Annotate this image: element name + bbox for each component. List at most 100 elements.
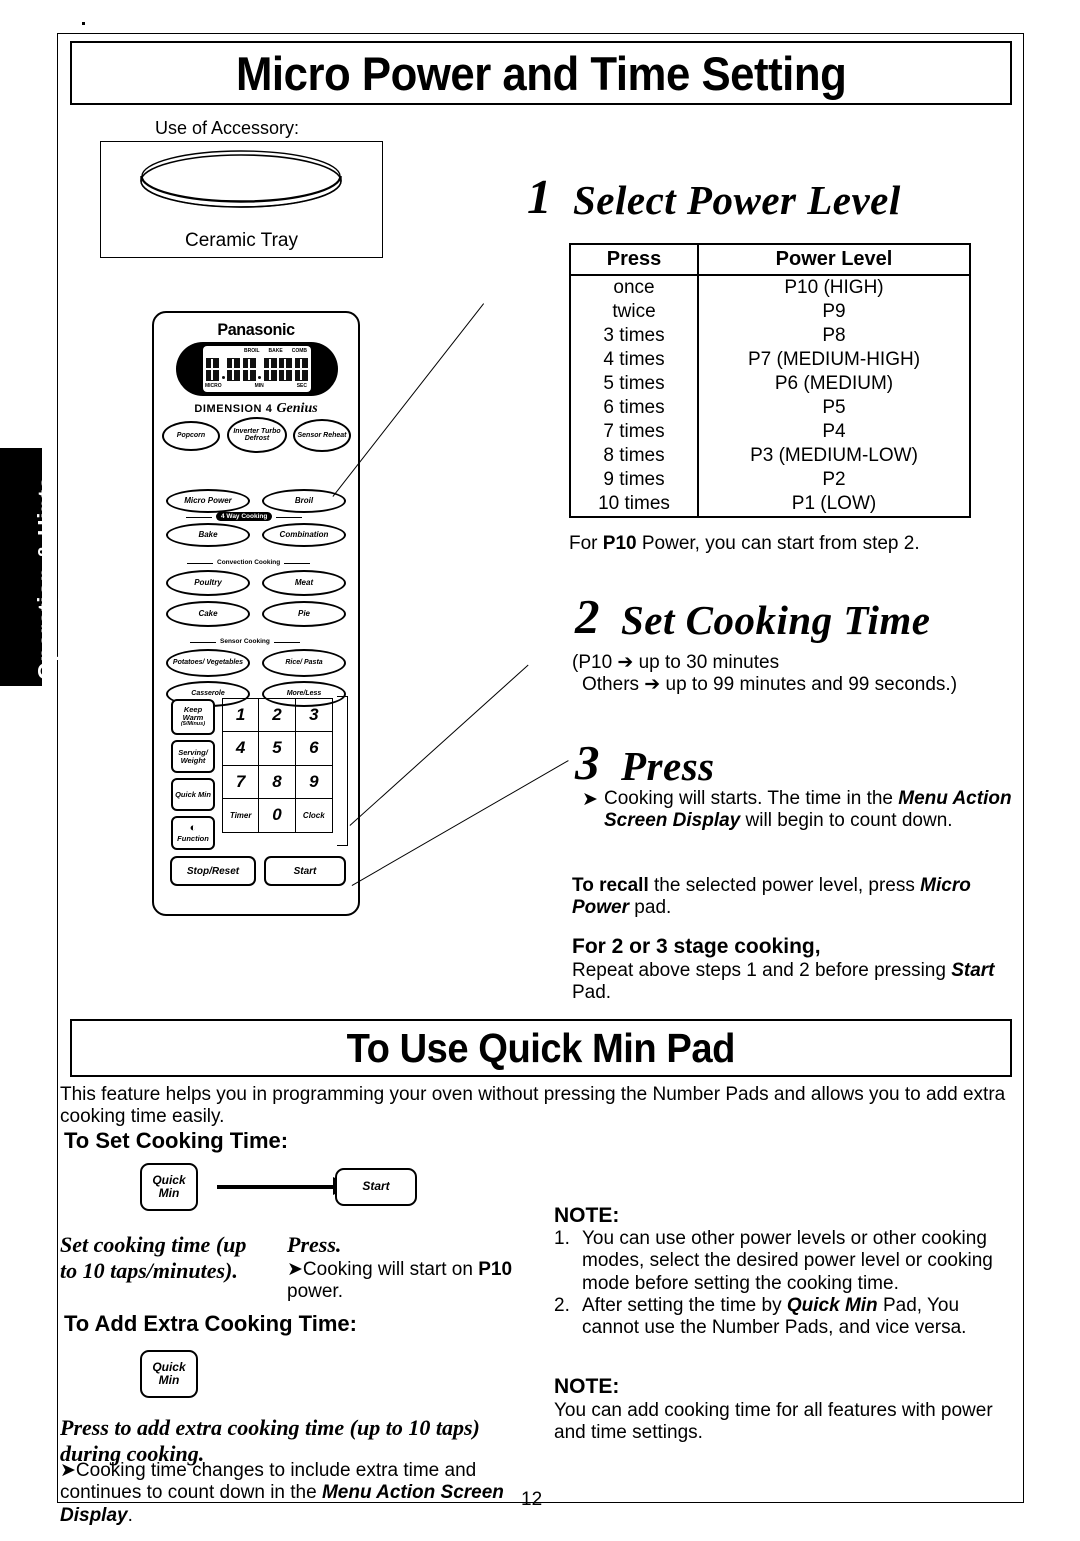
table-row: 4 times P7 (MEDIUM-HIGH) [570,348,970,372]
step-1-number: 1 [527,169,552,224]
key-4[interactable]: 4 [223,732,260,766]
button-function[interactable]: ◐ Function [171,816,215,850]
display-indicator-sec: SEC [296,383,307,389]
accessory-label: Use of Accessory: [155,118,300,138]
power-table-footnote: For P10 Power, you can start from step 2… [569,533,920,554]
key-8[interactable]: 8 [259,765,296,799]
accessory-caption: Ceramic Tray [185,230,298,251]
display-digits [206,357,308,382]
bullet-pointer-icon: ➤ [582,788,598,810]
table-row: 5 times P6 (MEDIUM) [570,372,970,396]
button-keep-warm[interactable]: Keep Warm (5/Minus) [171,699,215,735]
step-3-bullet: ➤ Cooking will starts. The time in the M… [582,788,1012,832]
note-2-title: NOTE: [554,1375,620,1398]
button-inverter-turbo-defrost[interactable]: Inverter Turbo Defrost [227,417,287,453]
button-start[interactable]: Start [264,856,346,886]
button-poultry[interactable]: Poultry [166,570,250,596]
section-label-4-way-cooking: 4 Way Cooking [185,512,303,521]
set-cooking-bullet: ➤Cooking will start on P10 power. [287,1258,513,1303]
set-cooking-time-heading: To Set Cooking Time: [64,1128,289,1153]
table-header-power-level: Power Level [697,244,970,276]
section-label-convection-cooking: Convection Cooking [186,559,311,566]
power-level-table: Press Power Level once P10 (HIGH) twice P9… [569,243,971,518]
stage-cooking-text: Repeat above steps 1 and 2 before pressi… [572,960,995,1004]
set-cooking-time-caption: Set cooking time (up to 10 taps/minutes)… [60,1232,247,1284]
flow-arrow-line [217,1185,337,1189]
print-speck [82,22,85,25]
button-micro-power[interactable]: Micro Power [166,489,250,513]
accessory-illustration-box: Ceramic Tray [100,141,383,258]
key-7[interactable]: 7 [223,765,260,799]
note-1-item-1: 1. You can use other power levels or oth… [554,1228,993,1294]
press-caption: Press. [287,1232,342,1257]
display-indicator-comb: COMB [291,348,307,354]
bullet-pointer-icon: ➤ [287,1258,303,1280]
table-row: 3 times P8 [570,324,970,348]
section-tab-operation-hints[interactable]: Operation & Hints [0,448,59,686]
number-keypad[interactable]: 1 2 3 4 5 6 7 8 9 Timer 0 Clock [222,698,333,833]
quick-min-banner: To Use Quick Min Pad [70,1019,1012,1077]
step-1-title: Select Power Level [573,177,901,223]
button-meat[interactable]: Meat [262,570,346,596]
button-rice-pasta[interactable]: Rice/ Pasta [262,649,346,677]
display-indicator-broil: BROIL [243,348,260,354]
step-3-recall-text: To recall the selected power level, pres… [572,875,971,919]
diagram-button-start[interactable]: Start [335,1168,417,1206]
key-9[interactable]: 9 [295,766,332,799]
button-quick-min[interactable]: Quick Min [171,778,215,811]
page-title-banner: Micro Power and Time Setting [70,41,1012,105]
key-5[interactable]: 5 [259,732,296,766]
button-combination[interactable]: Combination [262,523,346,547]
note-1-item-2: 2. After setting the time by Quick Min P… [554,1295,967,1339]
key-1[interactable]: 1 [223,699,260,733]
model-name-text: DIMENSION 4 [194,403,273,415]
button-stop-reset[interactable]: Stop/Reset [170,856,256,886]
display-indicator-min: MIN [254,383,264,389]
table-row: 7 times P4 [570,420,970,444]
note-2-text: You can add cooking time for all feature… [554,1400,993,1444]
button-popcorn[interactable]: Popcorn [162,421,220,451]
key-timer[interactable]: Timer [223,798,260,832]
model-name: DIMENSION 4 Genius [154,401,358,417]
brand-logo: Panasonic [217,320,295,339]
stage-cooking-heading: For 2 or 3 stage cooking, [572,935,821,958]
button-cake[interactable]: Cake [166,601,250,627]
button-sensor-reheat[interactable]: Sensor Reheat [293,419,351,452]
diagram-button-quick-min-2[interactable]: Quick Min [140,1350,198,1398]
diagram-button-quick-min[interactable]: Quick Min [140,1163,198,1211]
section-label-sensor-cooking: Sensor Cooking [190,638,300,645]
menu-action-screen-display: BROIL BAKE COMB MICRO MIN SEC [203,346,311,392]
page-title: Micro Power and Time Setting [235,46,847,100]
key-6[interactable]: 6 [295,732,332,766]
display-indicator-micro: MICRO [205,383,222,389]
section-tab-label: Operation & Hints [33,475,59,680]
table-row: 9 times P2 [570,468,970,492]
table-row: 10 times P1 (LOW) [570,492,970,517]
microwave-control-panel: Panasonic BROIL BAKE COMB MICRO MIN SEC … [152,311,360,916]
button-pie[interactable]: Pie [262,601,346,627]
button-potatoes-vegetables[interactable]: Potatoes/ Vegetables [166,649,250,677]
display-bezel: BROIL BAKE COMB MICRO MIN SEC [176,342,338,396]
table-row: 8 times P3 (MEDIUM-LOW) [570,444,970,468]
table-row: twice P9 [570,300,970,324]
table-row: 6 times P5 [570,396,970,420]
ceramic-tray-icon [140,150,342,208]
bullet-pointer-icon: ➤ [60,1459,76,1481]
step-3-title: Press [621,743,715,789]
quick-min-title: To Use Quick Min Pad [346,1024,736,1071]
step-2-note: (P10 ➔ up to 30 minutes Others ➔ up to 9… [572,652,958,696]
add-extra-bullet: ➤Cooking time changes to include extra t… [60,1459,504,1526]
key-3[interactable]: 3 [295,699,332,733]
add-extra-cooking-time-heading: To Add Extra Cooking Time: [64,1311,357,1336]
step-2-title: Set Cooking Time [621,597,931,643]
step-2-number: 2 [575,589,600,644]
key-2[interactable]: 2 [259,699,296,733]
keypad-callout-bracket [337,696,348,846]
button-bake[interactable]: Bake [166,523,250,547]
table-header-press: Press [570,244,698,276]
key-0[interactable]: 0 [259,798,296,832]
key-clock[interactable]: Clock [296,799,332,832]
display-indicator-bake: BAKE [268,348,283,354]
button-serving-weight[interactable]: Serving/ Weight [171,740,215,773]
button-broil[interactable]: Broil [262,489,346,513]
